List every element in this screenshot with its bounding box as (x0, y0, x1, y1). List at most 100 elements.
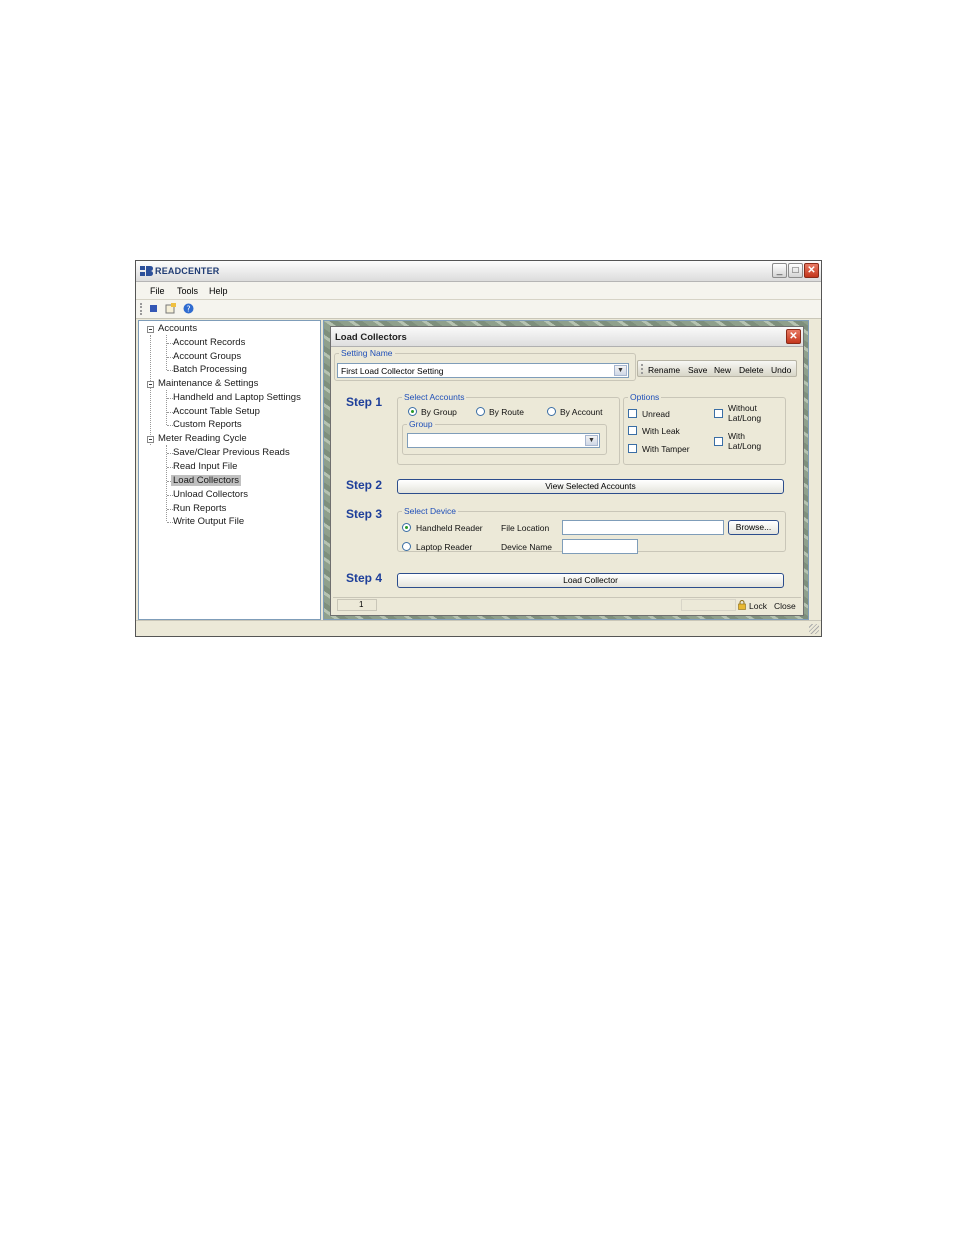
group-legend: Group (409, 419, 433, 429)
dialog-title: Load Collectors (335, 332, 407, 343)
tree-item-read-input-file[interactable]: Read Input File (173, 461, 237, 472)
with-leak-label: With Leak (642, 426, 680, 436)
browse-button[interactable]: Browse... (728, 520, 779, 535)
dialog-close-button[interactable]: ✕ (786, 329, 801, 344)
tree-item-load-collectors[interactable]: Load Collectors (171, 475, 242, 486)
expander-maintenance[interactable] (147, 381, 154, 388)
lock-button[interactable]: Lock (749, 601, 767, 611)
properties-icon[interactable] (165, 303, 176, 314)
step-3-label: Step 3 (346, 507, 383, 521)
tree-item-batch-processing[interactable]: Batch Processing (173, 364, 247, 375)
handheld-reader-radio[interactable] (402, 523, 411, 532)
delete-button[interactable]: Delete (739, 365, 764, 375)
by-group-label: By Group (421, 407, 457, 417)
select-device-legend: Select Device (404, 506, 456, 516)
with-leak-checkbox[interactable] (628, 426, 637, 435)
tree-item-account-records[interactable]: Account Records (173, 337, 245, 348)
dialog-status-bar: 1 Lock Close (333, 597, 801, 613)
tree-group-meter-reading-cycle[interactable]: Meter Reading Cycle (158, 433, 247, 444)
device-name-label: Device Name (501, 542, 553, 552)
main-window: READCENTER _ □ ✕ File Tools Help ? Accou… (135, 260, 822, 637)
title-bar[interactable]: READCENTER _ □ ✕ (136, 261, 821, 282)
with-lat-long-label-1: With (728, 431, 745, 441)
menu-bar: File Tools Help (136, 282, 821, 300)
menu-file[interactable]: File (150, 286, 165, 296)
unread-checkbox[interactable] (628, 409, 637, 418)
minimize-button[interactable]: _ (772, 263, 787, 278)
close-icon: ✕ (789, 331, 798, 342)
tree-line (166, 390, 167, 425)
by-group-radio[interactable] (408, 407, 417, 416)
with-lat-long-label-2: Lat/Long (728, 441, 762, 451)
expander-meter-reading[interactable] (147, 436, 154, 443)
menu-tools[interactable]: Tools (177, 286, 198, 296)
laptop-reader-label: Laptop Reader (416, 542, 473, 552)
tree-item-custom-reports[interactable]: Custom Reports (173, 419, 242, 430)
setting-name-value: First Load Collector Setting (341, 366, 444, 376)
readcenter-logo-icon (140, 266, 153, 276)
device-name-input[interactable] (562, 539, 638, 554)
setting-actions-strip: Rename Save New Delete Undo (637, 360, 797, 377)
tree-item-unload-collectors[interactable]: Unload Collectors (173, 489, 248, 500)
save-button[interactable]: Save (688, 365, 707, 375)
group-select[interactable]: ▼ (407, 433, 600, 448)
expander-accounts[interactable] (147, 326, 154, 333)
navigation-tree: Accounts Account Records Account Groups … (138, 320, 321, 620)
help-icon[interactable]: ? (183, 303, 194, 314)
tree-item-run-reports[interactable]: Run Reports (173, 503, 226, 514)
app-status-bar (136, 620, 821, 636)
tree-item-account-groups[interactable]: Account Groups (173, 351, 241, 362)
unread-label: Unread (642, 409, 670, 419)
record-count: 1 (337, 599, 377, 611)
step-1-label: Step 1 (346, 395, 383, 409)
file-location-label: File Location (501, 523, 550, 533)
laptop-reader-radio[interactable] (402, 542, 411, 551)
resize-grip-icon[interactable] (809, 624, 819, 634)
by-route-label: By Route (489, 407, 524, 417)
tree-item-handheld-laptop-settings[interactable]: Handheld and Laptop Settings (173, 392, 301, 403)
setting-name-select[interactable]: First Load Collector Setting ▼ (337, 363, 629, 378)
chevron-down-icon[interactable]: ▼ (585, 435, 598, 446)
without-lat-long-checkbox[interactable] (714, 409, 723, 418)
with-tamper-checkbox[interactable] (628, 444, 637, 453)
step-4-label: Step 4 (346, 571, 383, 585)
options-legend: Options (630, 392, 660, 402)
close-button[interactable]: Close (774, 601, 796, 611)
close-window-button[interactable]: ✕ (804, 263, 819, 278)
file-location-input[interactable] (562, 520, 724, 535)
tree-item-account-table-setup[interactable]: Account Table Setup (173, 406, 260, 417)
without-lat-long-label-2: Lat/Long (728, 413, 762, 423)
lock-icon (738, 600, 746, 610)
stop-icon[interactable] (148, 303, 159, 314)
tree-group-accounts[interactable]: Accounts (158, 323, 197, 334)
by-route-radio[interactable] (476, 407, 485, 416)
undo-button[interactable]: Undo (771, 365, 791, 375)
tree-group-maintenance-settings[interactable]: Maintenance & Settings (158, 378, 258, 389)
minimize-icon: _ (776, 265, 783, 276)
tree-item-save-clear-previous-reads[interactable]: Save/Clear Previous Reads (173, 447, 290, 458)
toolbar: ? (136, 300, 821, 319)
rename-button[interactable]: Rename (648, 365, 680, 375)
menu-help[interactable]: Help (209, 286, 228, 296)
new-button[interactable]: New (714, 365, 731, 375)
view-selected-accounts-button[interactable]: View Selected Accounts (397, 479, 784, 494)
maximize-button[interactable]: □ (788, 263, 803, 278)
dialog-title-bar[interactable]: Load Collectors ✕ (331, 327, 803, 347)
with-lat-long-checkbox[interactable] (714, 437, 723, 446)
with-tamper-label: With Tamper (642, 444, 690, 454)
window-controls: _ □ ✕ (772, 263, 819, 278)
chevron-down-icon[interactable]: ▼ (614, 365, 627, 376)
step-2-label: Step 2 (346, 478, 383, 492)
tree-item-write-output-file[interactable]: Write Output File (173, 516, 244, 527)
tree-line (166, 335, 167, 370)
tree-line (150, 335, 151, 445)
by-account-radio[interactable] (547, 407, 556, 416)
toolbar-grip[interactable] (140, 303, 143, 315)
select-accounts-legend: Select Accounts (404, 392, 465, 402)
without-lat-long-label-1: Without (728, 403, 757, 413)
setting-name-legend: Setting Name (341, 348, 393, 358)
close-icon: ✕ (807, 265, 816, 276)
load-collector-button[interactable]: Load Collector (397, 573, 784, 588)
handheld-reader-label: Handheld Reader (416, 523, 483, 533)
status-spacer (681, 599, 736, 611)
